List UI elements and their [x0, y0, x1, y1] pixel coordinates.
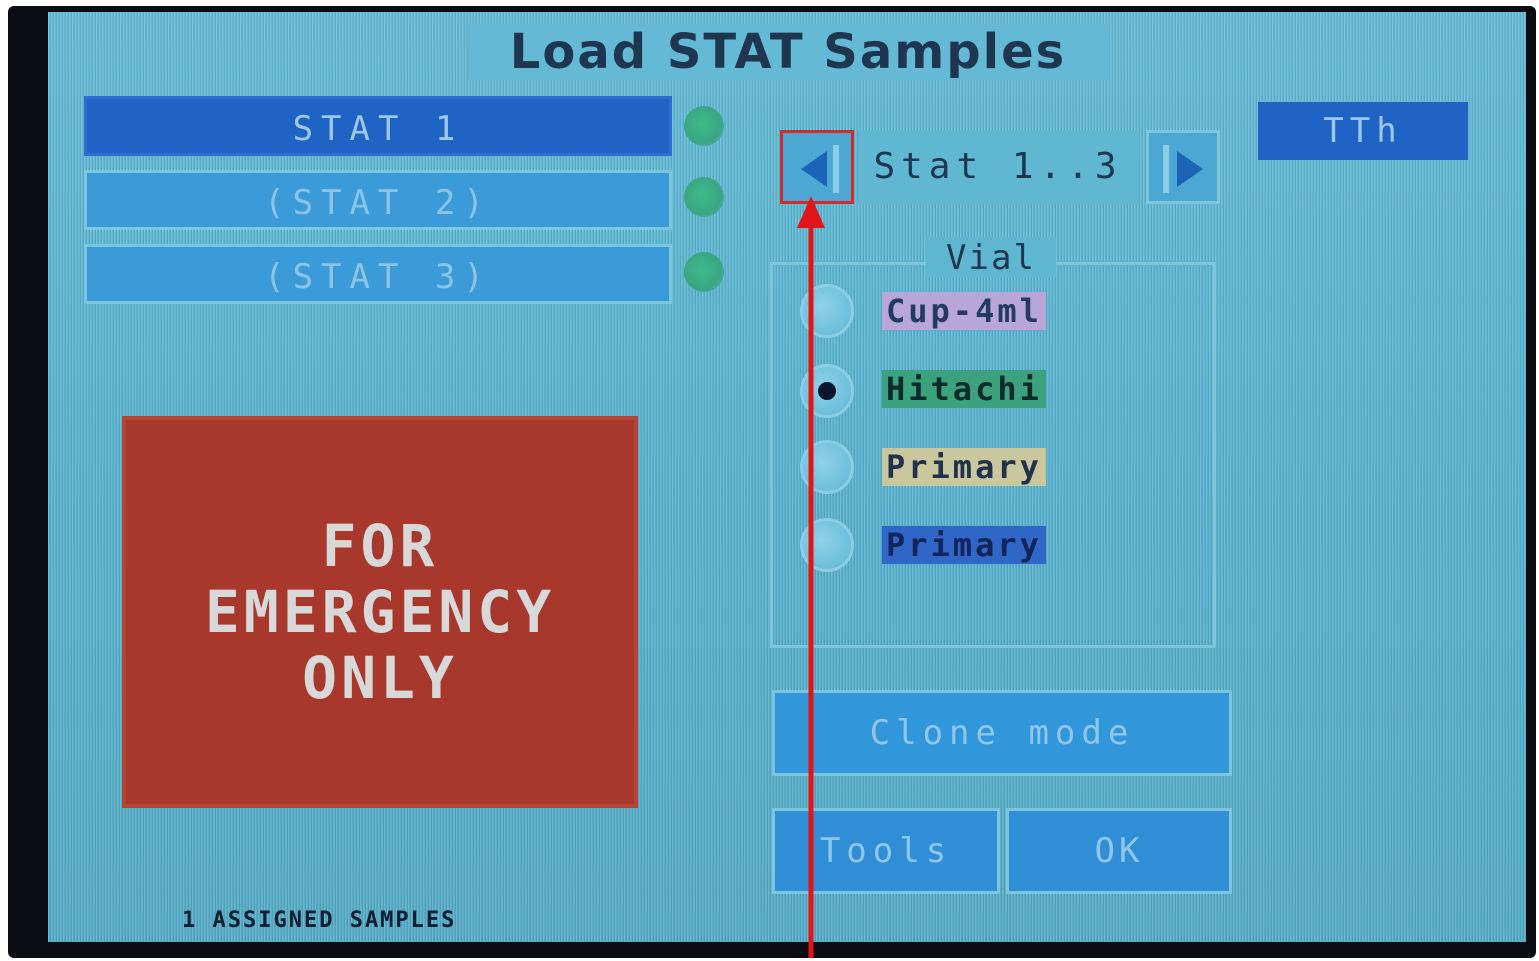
- vial-radio-hitachi[interactable]: [800, 364, 854, 418]
- status-led-1-icon: [684, 106, 724, 146]
- emergency-line-2: EMERGENCY: [204, 578, 556, 646]
- vial-group-label: Vial: [926, 238, 1056, 278]
- vial-radio-primary-1[interactable]: [800, 440, 854, 494]
- vial-option-label[interactable]: Hitachi: [882, 370, 1046, 408]
- stat-list-item-1[interactable]: STAT 1: [84, 96, 672, 156]
- vial-radio-cup-4ml[interactable]: [800, 284, 854, 338]
- ok-button[interactable]: OK: [1006, 808, 1232, 894]
- clone-mode-button[interactable]: Clone mode: [772, 690, 1232, 776]
- tools-button[interactable]: Tools: [772, 808, 1000, 894]
- assigned-samples-status: 1 ASSIGNED SAMPLES: [182, 908, 457, 933]
- next-stat-button[interactable]: [1146, 130, 1220, 204]
- button-bevel: [833, 145, 839, 193]
- radio-selected-dot-icon: [818, 382, 836, 400]
- tth-button[interactable]: TTh: [1258, 102, 1468, 160]
- stat-list-item-2[interactable]: (STAT 2): [84, 170, 672, 230]
- status-led-2-icon: [684, 177, 724, 217]
- touch-screen: Load STAT Samples STAT 1 (STAT 2) (STAT …: [48, 12, 1526, 942]
- previous-stat-button[interactable]: [780, 130, 854, 204]
- button-bevel: [1163, 145, 1169, 193]
- vial-option-label[interactable]: Primary: [882, 448, 1046, 486]
- emergency-only-sign: FOR EMERGENCY ONLY: [122, 416, 638, 808]
- page-title: Load STAT Samples: [468, 24, 1108, 80]
- triangle-left-icon: [801, 151, 827, 187]
- stat-list-item-3[interactable]: (STAT 3): [84, 244, 672, 304]
- triangle-right-icon: [1177, 151, 1203, 187]
- emergency-line-3: ONLY: [302, 644, 458, 712]
- vial-radio-primary-2[interactable]: [800, 518, 854, 572]
- emergency-line-1: FOR: [321, 512, 439, 580]
- status-led-3-icon: [684, 252, 724, 292]
- vial-option-label[interactable]: Cup-4ml: [882, 292, 1046, 330]
- vial-option-label[interactable]: Primary: [882, 526, 1046, 564]
- stat-range-label: Stat 1..3: [858, 130, 1138, 204]
